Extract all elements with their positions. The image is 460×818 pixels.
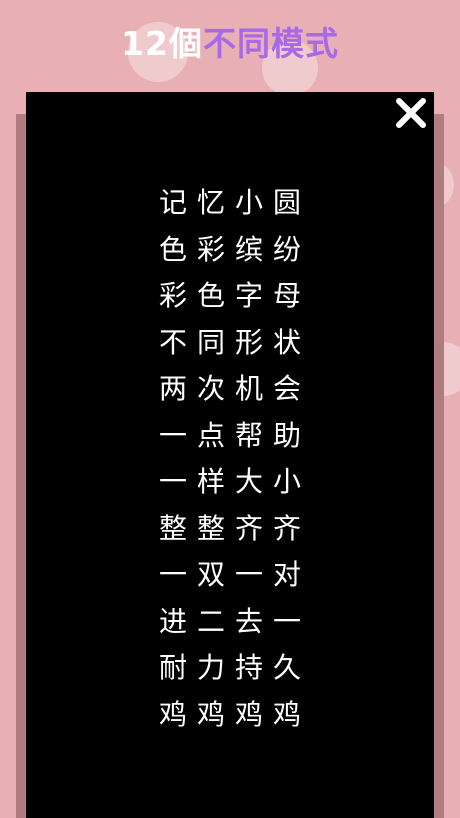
mode-item: 不同形状 <box>158 325 311 359</box>
mode-item: 彩色字母 <box>158 279 311 312</box>
mode-item: 记忆小圆 <box>158 186 311 219</box>
mode-item: 两次机会 <box>158 372 311 405</box>
close-button[interactable] <box>392 94 430 132</box>
mode-item: 色彩缤纷 <box>158 232 311 266</box>
mode-item: 进二去一 <box>158 604 311 638</box>
mode-item: 整整齐齐 <box>158 511 311 545</box>
page-title: 12個不同模式 <box>0 22 460 66</box>
close-icon <box>396 98 426 128</box>
modes-panel: 记忆小圆 色彩缤纷 彩色字母 不同形状 两次机会 一点帮助 一样大小 整整齐齐 … <box>26 92 434 818</box>
mode-item: 鸡鸡鸡鸡 <box>158 697 311 731</box>
mode-list: 记忆小圆 色彩缤纷 彩色字母 不同形状 两次机会 一点帮助 一样大小 整整齐齐 … <box>26 180 434 738</box>
mode-item: 一双一对 <box>158 558 311 591</box>
mode-item: 一样大小 <box>158 465 311 498</box>
mode-item: 耐力持久 <box>158 651 311 684</box>
mode-item: 一点帮助 <box>158 418 311 452</box>
mode-count-label: 不同模式 <box>202 24 339 63</box>
mode-count: 12個 <box>121 24 203 63</box>
